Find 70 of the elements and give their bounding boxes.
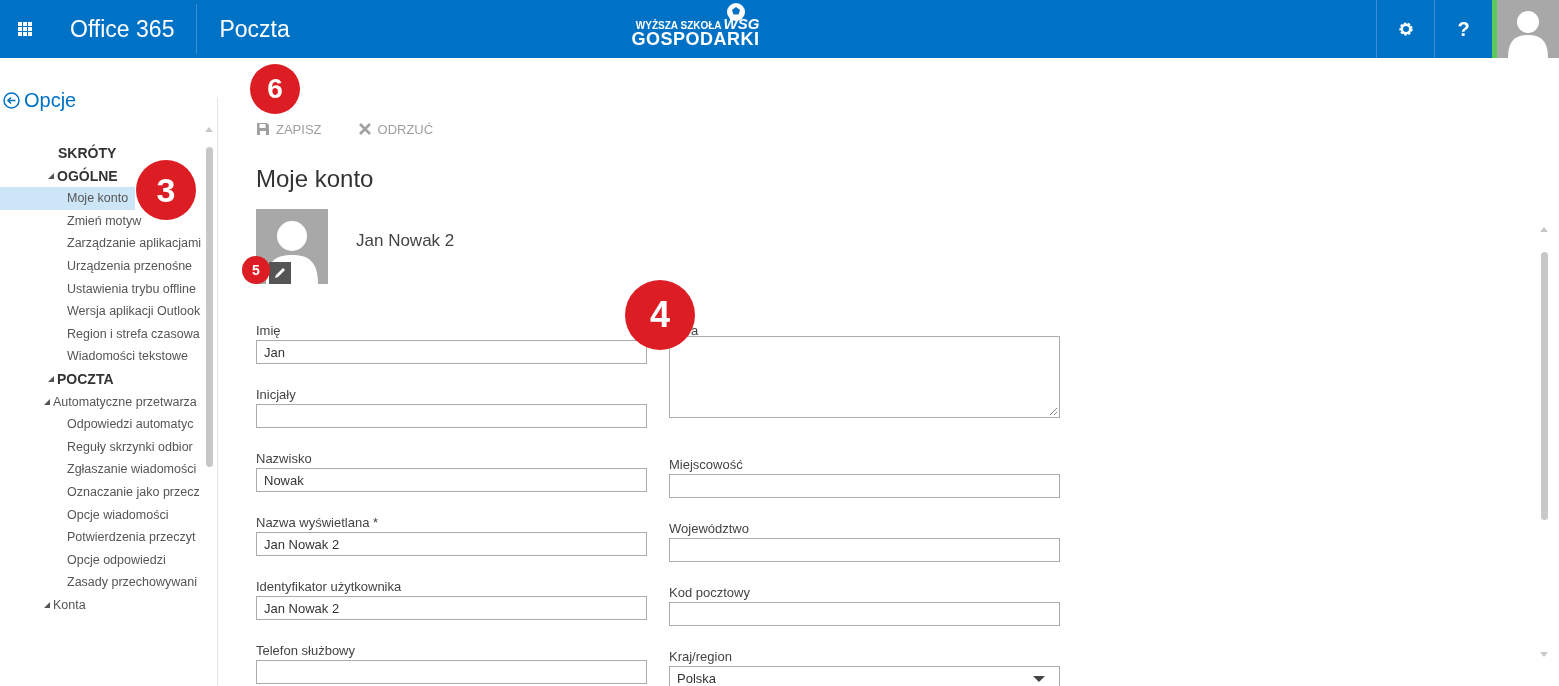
nav-item[interactable]: Region i strefa czasowa [0, 322, 200, 346]
user-avatar[interactable] [1492, 0, 1559, 58]
section-title[interactable]: Poczta [197, 0, 632, 58]
nav-item[interactable]: Zarządzanie aplikacjami [0, 232, 202, 255]
close-icon [357, 122, 372, 136]
back-link[interactable]: Opcje [0, 58, 217, 116]
nav-item[interactable]: Urządzenia przenośne [0, 254, 199, 278]
field-label: Nazwa wyświetlana * [256, 514, 380, 532]
nav-item[interactable]: Reguły skrzynki odbior [0, 435, 199, 459]
input-field[interactable]: Nowak [256, 468, 647, 492]
field-label: Imię [256, 322, 282, 340]
input-field[interactable] [256, 404, 647, 428]
field-label: Województwo [669, 520, 750, 538]
field-label: Miejscowość [669, 456, 744, 474]
resize-grip-icon [1050, 408, 1057, 415]
nav-item[interactable]: Ustawienia trybu offline [0, 277, 199, 301]
field-label: Telefon służbowy [256, 642, 356, 660]
field-label: Kod pocztowy [669, 584, 751, 602]
input-field[interactable] [669, 538, 1060, 562]
nav-item[interactable]: Opcje wiadomości [0, 503, 199, 527]
grid-icon[interactable] [18, 22, 32, 36]
nav-label[interactable]: Automatyczne przetwarza [53, 390, 197, 414]
scroll-down-arrow-icon [1540, 652, 1548, 658]
expand-arrow-icon [48, 172, 54, 179]
scroll-up-arrow-icon [205, 126, 213, 132]
scrollbar-thumb[interactable] [1540, 252, 1548, 520]
input-field[interactable] [256, 660, 647, 684]
nav-item[interactable]: Potwierdzenia przeczyt [0, 526, 199, 549]
field-label: a [690, 322, 700, 336]
input-field[interactable]: Jan Nowak 2 [256, 596, 647, 620]
nav-item[interactable]: POCZTA [0, 367, 199, 391]
caret-icon [1033, 676, 1045, 682]
nav-item[interactable]: Zgłaszanie wiadomości [0, 458, 199, 481]
settings-icon [1397, 21, 1414, 37]
scroll-up-arrow-icon [1540, 226, 1548, 232]
expand-arrow-icon [48, 376, 54, 383]
input-field[interactable] [669, 602, 1060, 626]
field-label: Kraj/region [669, 648, 733, 666]
callout-badge: 6 [250, 64, 300, 114]
nav-item[interactable]: Konta [0, 593, 199, 617]
input-field[interactable] [669, 474, 1060, 498]
nav-item[interactable]: Wersja aplikacji Outlook [0, 300, 201, 323]
input-field[interactable]: Jan [256, 340, 647, 364]
dropdown-field[interactable]: Polska [669, 666, 1060, 686]
nav-item[interactable]: Zasady przechowywani [0, 571, 199, 594]
nav-item[interactable]: Wiadomości tekstowe [0, 345, 199, 368]
field-label: Identyfikator użytkownika [256, 578, 403, 596]
logo: WYŻSZA SZKOŁA WSG GOSPODARKI [631, 0, 760, 58]
display-name: Jan Nowak 2 [356, 231, 455, 251]
expand-arrow-icon [44, 602, 50, 609]
field-label: Nazwisko [256, 450, 313, 468]
input-field[interactable]: Jan Nowak 2 [256, 532, 647, 556]
nav-label[interactable]: POCZTA [57, 367, 114, 391]
app-title[interactable]: Office 365 [46, 4, 198, 54]
nav-label[interactable]: Konta [53, 593, 86, 617]
nav-item[interactable]: Automatyczne przetwarza [0, 390, 199, 414]
pencil-icon [273, 265, 287, 280]
expand-arrow-icon [44, 398, 50, 405]
nav-item[interactable]: Oznaczanie jako przecz [0, 480, 200, 504]
field-label: Inicjały [256, 386, 297, 404]
nav-item[interactable]: Odpowiedzi automatyc [0, 413, 199, 436]
edit-photo-button[interactable] [269, 261, 291, 284]
page-heading: Moje konto [256, 164, 375, 194]
nav-item[interactable]: Moje konto [0, 187, 135, 210]
callout-badge: 5 [242, 256, 270, 284]
scrollbar-thumb[interactable] [205, 147, 213, 467]
nav-item[interactable]: Opcje odpowiedzi [0, 548, 199, 572]
nav-label[interactable]: OGÓLNE [57, 164, 118, 188]
save-icon [256, 122, 270, 136]
text-area[interactable] [669, 336, 1060, 418]
